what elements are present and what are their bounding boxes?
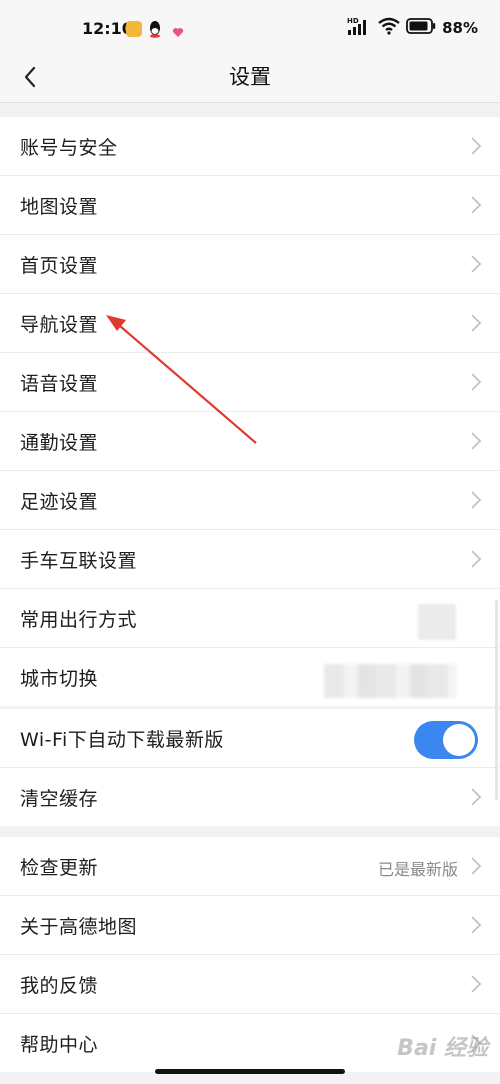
settings-row-map[interactable]: 地图设置 <box>0 176 500 235</box>
settings-row-account-security[interactable]: 账号与安全 <box>0 117 500 176</box>
toggle-knob <box>443 724 475 756</box>
settings-row-travel-mode[interactable]: 常用出行方式 <box>0 589 500 648</box>
blurred-value <box>418 604 456 640</box>
battery-icon <box>406 18 436 38</box>
row-label: 我的反馈 <box>20 975 99 997</box>
chevron-right-icon <box>471 432 482 450</box>
settings-row-footprint[interactable]: 足迹设置 <box>0 471 500 530</box>
wifi-download-toggle[interactable] <box>414 721 478 759</box>
chevron-right-icon <box>471 314 482 332</box>
settings-row-wifi-auto-download: Wi-Fi下自动下载最新版 <box>0 709 500 768</box>
settings-row-voice[interactable]: 语音设置 <box>0 353 500 412</box>
chevron-right-icon <box>471 975 482 993</box>
chevron-right-icon <box>471 491 482 509</box>
settings-row-feedback[interactable]: 我的反馈 <box>0 955 500 1014</box>
settings-group-storage: Wi-Fi下自动下载最新版 清空缓存 <box>0 709 500 826</box>
settings-row-commute[interactable]: 通勤设置 <box>0 412 500 471</box>
settings-row-about[interactable]: 关于高德地图 <box>0 896 500 955</box>
settings-row-check-update[interactable]: 检查更新 已是最新版 <box>0 837 500 896</box>
blurred-value <box>324 664 456 698</box>
status-bar: 12:10 HD 88% <box>0 0 500 52</box>
row-label: 手车互联设置 <box>20 550 138 572</box>
nav-bar: 设置 <box>0 52 500 103</box>
row-label: 足迹设置 <box>20 491 99 513</box>
chevron-right-icon <box>471 788 482 806</box>
settings-row-clear-cache[interactable]: 清空缓存 <box>0 768 500 826</box>
settings-group-main: 账号与安全 地图设置 首页设置 导航设置 语音设置 通勤设置 足迹设置 手车互联… <box>0 117 500 706</box>
row-label: 地图设置 <box>20 196 99 218</box>
chevron-right-icon <box>471 373 482 391</box>
settings-row-city-switch[interactable]: 城市切换 <box>0 648 500 706</box>
chevron-right-icon <box>471 255 482 273</box>
scrollbar[interactable] <box>495 600 498 800</box>
row-label: Wi-Fi下自动下载最新版 <box>20 729 224 751</box>
row-label: 常用出行方式 <box>20 609 138 631</box>
qq-icon <box>148 20 162 42</box>
row-label: 账号与安全 <box>20 137 118 159</box>
row-label: 检查更新 <box>20 857 99 879</box>
row-label: 城市切换 <box>20 668 99 690</box>
chevron-right-icon <box>471 550 482 568</box>
update-status-value: 已是最新版 <box>377 860 458 879</box>
settings-row-car-link[interactable]: 手车互联设置 <box>0 530 500 589</box>
row-label: 帮助中心 <box>20 1034 99 1056</box>
row-label: 清空缓存 <box>20 788 99 810</box>
home-indicator[interactable] <box>155 1069 345 1074</box>
row-label: 首页设置 <box>20 255 99 277</box>
settings-row-navigation[interactable]: 导航设置 <box>0 294 500 353</box>
row-label: 关于高德地图 <box>20 916 138 938</box>
chevron-right-icon <box>471 196 482 214</box>
status-right: HD 88% <box>346 17 478 39</box>
chevron-right-icon <box>471 137 482 155</box>
row-label: 导航设置 <box>20 314 99 336</box>
page-title: 设置 <box>229 65 271 89</box>
heart-icon <box>172 23 184 42</box>
settings-row-homepage[interactable]: 首页设置 <box>0 235 500 294</box>
notification-app-icon <box>126 21 142 37</box>
row-label: 语音设置 <box>20 373 99 395</box>
signal-icon: HD <box>346 16 372 40</box>
wifi-icon <box>378 17 400 39</box>
network-label: HD <box>347 17 359 25</box>
watermark-logo: Bai 经验 <box>397 1036 488 1061</box>
chevron-right-icon <box>471 857 482 875</box>
battery-percent: 88% <box>442 19 478 37</box>
chevron-right-icon <box>471 916 482 934</box>
row-label: 通勤设置 <box>20 432 99 454</box>
